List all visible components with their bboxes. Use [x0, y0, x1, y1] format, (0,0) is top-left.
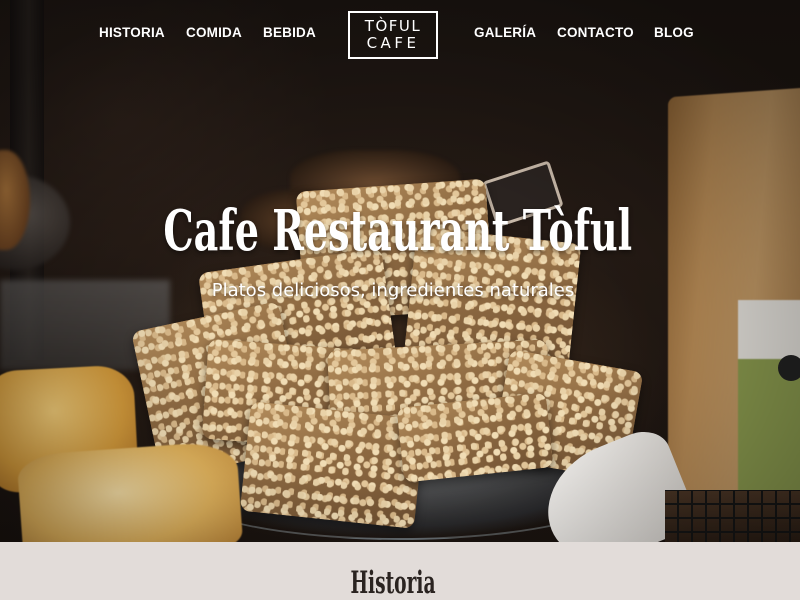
site-logo[interactable]: TÒFUL CAFE	[348, 11, 438, 59]
logo-line-name: TÒFUL	[364, 17, 422, 35]
nav-link-comida[interactable]: COMIDA	[186, 25, 242, 40]
nav-link-bebida[interactable]: BEBIDA	[263, 25, 316, 40]
hero-subtitle: Platos deliciosos, ingredientes naturale…	[211, 280, 575, 301]
hero-banner	[0, 0, 800, 542]
nav-link-contacto[interactable]: CONTACTO	[557, 25, 634, 40]
nav-link-historia[interactable]: HISTORIA	[99, 25, 165, 40]
section-title: Historia	[350, 565, 436, 600]
hero-title: Cafe Restaurant Tòful	[163, 198, 633, 264]
photo-vignette	[0, 0, 800, 542]
historia-section: Historia	[0, 542, 800, 600]
logo-line-cafe: CAFE	[366, 34, 420, 52]
nav-link-blog[interactable]: BLOG	[654, 25, 694, 40]
nav-link-galeria[interactable]: GALERÍA	[474, 25, 536, 40]
